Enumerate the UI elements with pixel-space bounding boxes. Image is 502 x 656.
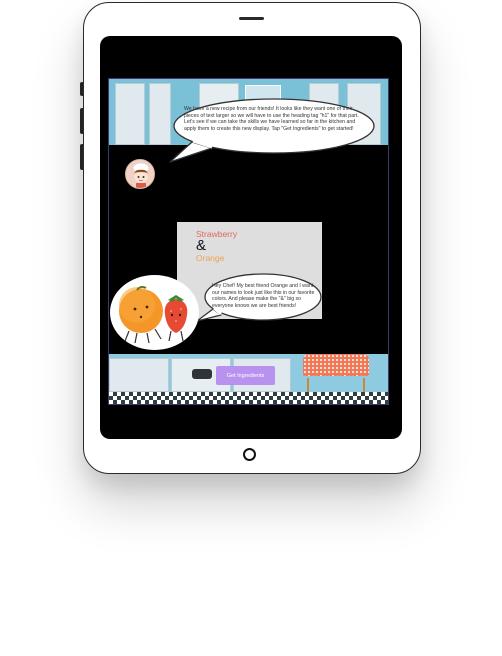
game-viewport: We have a new recipe from our friends! I…: [108, 78, 389, 405]
table-cloth-edge: [303, 373, 369, 378]
tablet-speaker: [239, 17, 264, 20]
chef-avatar-icon: [125, 159, 155, 189]
chef-message-text: We have a new recipe from our friends! I…: [184, 106, 359, 132]
recipe-ampersand: &: [196, 237, 207, 254]
table-leg: [363, 378, 365, 392]
tablet-screen: We have a new recipe from our friends! I…: [100, 36, 402, 439]
fruit-message-text: Hey Chef! My best friend Orange and I wa…: [212, 283, 315, 309]
counter: [109, 358, 169, 392]
home-button[interactable]: [243, 448, 256, 461]
get-ingredients-button[interactable]: Get Ingredients: [216, 366, 275, 385]
strawberry-character-icon: [164, 295, 188, 342]
cabinet: [115, 83, 145, 145]
recipe-word-orange: Orange: [196, 253, 225, 263]
checkered-floor: [109, 392, 388, 404]
kitchen-tool-icon: [192, 369, 212, 379]
table-leg: [307, 378, 309, 392]
